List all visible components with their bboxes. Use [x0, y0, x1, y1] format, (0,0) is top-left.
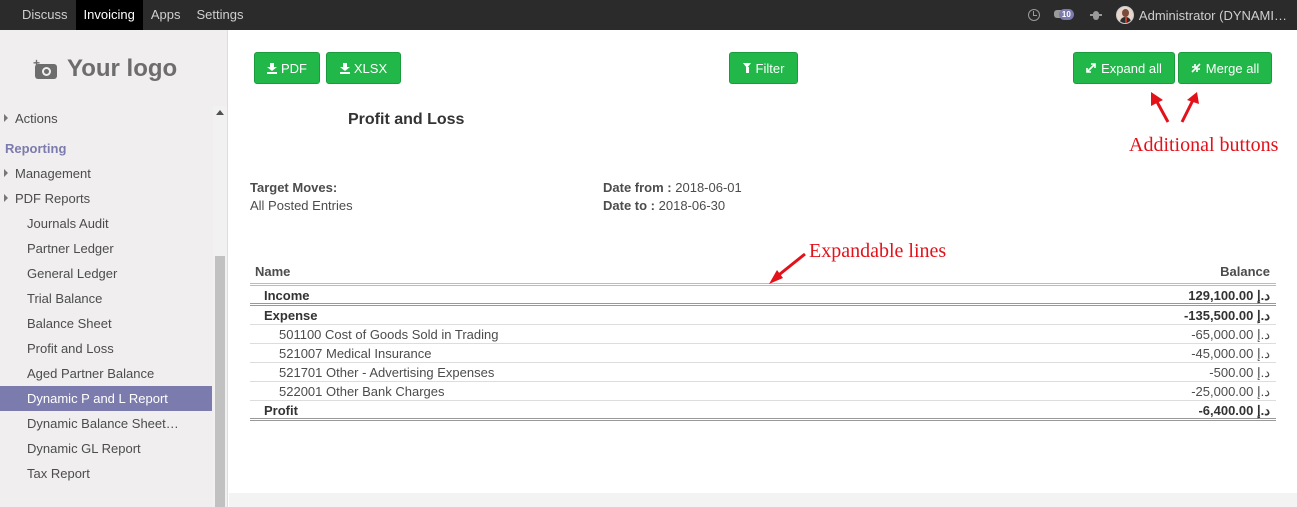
report-panel: PDF XLSX Filter Expand all Merge all Pro…: [229, 30, 1297, 493]
chat-icon[interactable]: 10: [1053, 8, 1076, 22]
menu-invoicing[interactable]: Invoicing: [75, 0, 143, 30]
user-avatar[interactable]: [1115, 6, 1134, 24]
sidebar-item-actions[interactable]: Actions: [0, 106, 212, 131]
sidebar-item-pdf-reports[interactable]: PDF Reports: [0, 186, 212, 211]
caret-right-icon: [4, 114, 8, 122]
sidebar-section-reporting: Reporting: [5, 141, 67, 156]
sidebar-scrollbar[interactable]: [213, 106, 227, 507]
sidebar-item-tax-report[interactable]: Tax Report: [0, 461, 212, 486]
systray: 10 Administrator (DYNAMI…: [1027, 0, 1287, 30]
sidebar-menu: Actions Reporting Management PDF Reports…: [0, 106, 212, 486]
sidebar-item-balance-sheet[interactable]: Balance Sheet: [0, 311, 212, 336]
arrow-to-expand-icon: [1151, 92, 1170, 123]
message-count-badge: 10: [1058, 9, 1074, 20]
caret-right-icon: [4, 194, 8, 202]
arrow-to-rows-icon: [769, 252, 806, 284]
clock-icon[interactable]: [1027, 9, 1040, 21]
logo-text: Your logo: [67, 55, 178, 82]
sidebar-item-label: Management: [15, 166, 91, 181]
camera-icon: +: [33, 57, 59, 79]
caret-right-icon: [4, 169, 8, 177]
sidebar-item-management[interactable]: Management: [0, 161, 212, 186]
sidebar-item-aged-partner-balance[interactable]: Aged Partner Balance: [0, 361, 212, 386]
annotation-arrows: [769, 92, 1199, 284]
sidebar-item-dynamic-p-and-l[interactable]: Dynamic P and L Report: [0, 386, 212, 411]
menu-apps[interactable]: Apps: [143, 0, 189, 30]
top-navbar: Discuss Invoicing Apps Settings 10 Admin…: [0, 0, 1297, 30]
sidebar-item-profit-and-loss[interactable]: Profit and Loss: [0, 336, 212, 361]
arrow-to-merge-icon: [1180, 92, 1199, 123]
menu-settings[interactable]: Settings: [188, 0, 251, 30]
bug-icon[interactable]: [1089, 9, 1102, 21]
sidebar-item-dynamic-balance-sheet[interactable]: Dynamic Balance Sheet…: [0, 411, 212, 436]
sidebar-item-journals-audit[interactable]: Journals Audit: [0, 211, 212, 236]
sidebar-item-dynamic-gl-report[interactable]: Dynamic GL Report: [0, 436, 212, 461]
user-menu[interactable]: Administrator (DYNAMI…: [1139, 8, 1287, 23]
app-menu: Discuss Invoicing Apps Settings: [14, 0, 251, 30]
sidebar-item-partner-ledger[interactable]: Partner Ledger: [0, 236, 212, 261]
panel-footer: [229, 493, 1297, 507]
scroll-thumb[interactable]: [215, 256, 225, 507]
sidebar: + Your logo Actions Reporting Management…: [0, 30, 228, 507]
menu-discuss[interactable]: Discuss: [14, 0, 76, 30]
company-logo[interactable]: + Your logo: [33, 54, 177, 84]
sidebar-item-trial-balance[interactable]: Trial Balance: [0, 286, 212, 311]
sidebar-item-general-ledger[interactable]: General Ledger: [0, 261, 212, 286]
sidebar-item-label: PDF Reports: [15, 191, 91, 206]
scroll-up-icon[interactable]: [216, 110, 224, 115]
sidebar-item-label: Actions: [15, 111, 58, 126]
